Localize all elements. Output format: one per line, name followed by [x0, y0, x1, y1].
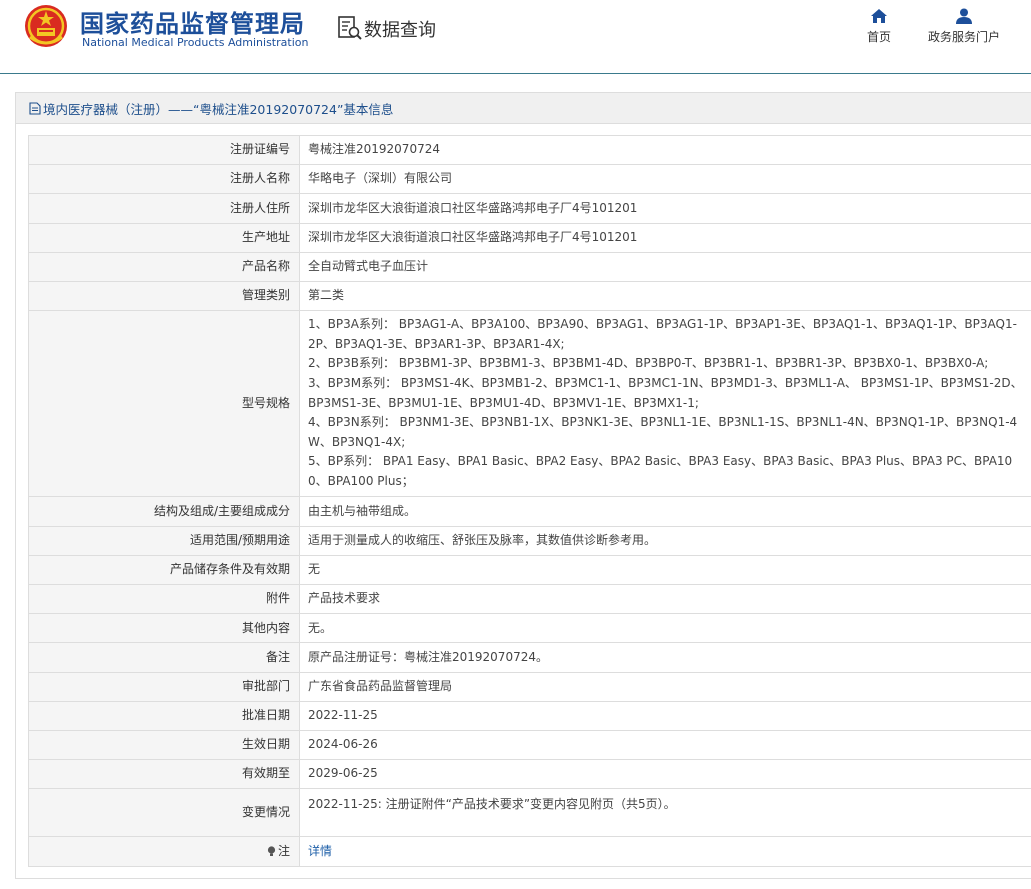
row-key: 注册证编号: [28, 134, 300, 166]
table-row: 注 详情: [28, 836, 1031, 867]
info-table: 注册证编号 粤械注准20192070724 注册人名称 华略电子（深圳）有限公司…: [28, 134, 1031, 867]
national-emblem-icon: [25, 5, 67, 47]
nav-portal-link[interactable]: 政务服务门户: [926, 8, 1002, 45]
table-row: 结构及组成/主要组成成分 由主机与袖带组成。: [28, 496, 1031, 527]
document-icon: [29, 101, 41, 115]
table-row: 注册人住所 深圳市龙华区大浪街道浪口社区华盛路鸿邦电子厂4号101201: [28, 193, 1031, 224]
nav-portal-label: 政务服务门户: [927, 30, 1000, 44]
row-key: 型号规格: [28, 310, 300, 498]
row-value: 产品技术要求: [299, 584, 1031, 615]
info-panel: 境内医疗器械（注册）——“粤械注准20192070724”基本信息 注册证编号 …: [15, 92, 1031, 879]
home-icon: [871, 9, 887, 23]
row-value: 2022-11-25: 注册证附件“产品技术要求”变更内容见附页（共5页）。: [299, 788, 1031, 838]
row-value: 2029-06-25: [299, 759, 1031, 790]
data-query-icon: [338, 16, 362, 40]
table-row: 注册证编号 粤械注准20192070724: [28, 134, 1031, 166]
table-row: 备注 原产品注册证号：粤械注准20192070724。: [28, 642, 1031, 673]
row-value: 2022-11-25: [299, 700, 1031, 731]
row-value: 由主机与袖带组成。: [299, 496, 1031, 527]
panel-header: 境内医疗器械（注册）——“粤械注准20192070724”基本信息: [16, 93, 1031, 124]
table-row: 适用范围/预期用途 适用于测量成人的收缩压、舒张压及脉率，其数值供诊断参考用。: [28, 525, 1031, 556]
table-row: 审批部门 广东省食品药品监督管理局: [28, 671, 1031, 702]
row-value: 全自动臂式电子血压计: [299, 251, 1031, 282]
model-spec-line: 1、BP3A系列： BP3AG1-A、BP3A100、BP3A90、BP3AG1…: [308, 317, 1017, 351]
note-key: 注: [28, 836, 300, 867]
panel-title: 境内医疗器械（注册）——“粤械注准20192070724”基本信息: [43, 101, 394, 117]
note-bulb-icon: [267, 846, 276, 856]
table-row: 有效期至 2029-06-25: [28, 759, 1031, 790]
table-row: 其他内容 无。: [28, 613, 1031, 644]
row-value: 无: [299, 554, 1031, 586]
row-key: 注册人名称: [28, 164, 300, 195]
row-key: 生产地址: [28, 222, 300, 253]
row-value: 广东省食品药品监督管理局: [299, 671, 1031, 702]
table-row: 管理类别 第二类: [28, 280, 1031, 312]
row-value: 粤械注准20192070724: [299, 134, 1031, 166]
row-key: 有效期至: [28, 759, 300, 790]
row-key: 其他内容: [28, 613, 300, 644]
row-key: 附件: [28, 584, 300, 615]
detail-link[interactable]: 详情: [308, 844, 332, 858]
row-value: 第二类: [299, 280, 1031, 312]
row-value: 深圳市龙华区大浪街道浪口社区华盛路鸿邦电子厂4号101201: [299, 193, 1031, 224]
row-key: 备注: [28, 642, 300, 673]
table-row: 型号规格 1、BP3A系列： BP3AG1-A、BP3A100、BP3A90、B…: [28, 310, 1031, 498]
row-key: 适用范围/预期用途: [28, 525, 300, 556]
user-icon: [956, 8, 972, 24]
nav-home-link[interactable]: 首页: [862, 8, 896, 45]
table-row: 生效日期 2024-06-26: [28, 729, 1031, 761]
table-row: 注册人名称 华略电子（深圳）有限公司: [28, 164, 1031, 195]
table-row: 产品名称 全自动臂式电子血压计: [28, 251, 1031, 282]
row-value: 华略电子（深圳）有限公司: [299, 164, 1031, 195]
nav-home-label: 首页: [866, 30, 891, 44]
row-key: 变更情况: [28, 788, 300, 838]
row-key: 审批部门: [28, 671, 300, 702]
model-spec-line: 5、BP系列： BPA1 Easy、BPA1 Basic、BPA2 Easy、B…: [308, 454, 1013, 488]
row-key: 批准日期: [28, 700, 300, 731]
row-key: 管理类别: [28, 280, 300, 312]
table-row: 批准日期 2022-11-25: [28, 700, 1031, 731]
model-spec-value: 1、BP3A系列： BP3AG1-A、BP3A100、BP3A90、BP3AG1…: [299, 310, 1031, 498]
data-query-title: 数据查询: [364, 20, 436, 41]
row-value: 深圳市龙华区大浪街道浪口社区华盛路鸿邦电子厂4号101201: [299, 222, 1031, 253]
table-row: 生产地址 深圳市龙华区大浪街道浪口社区华盛路鸿邦电子厂4号101201: [28, 222, 1031, 253]
site-logo-subtitle: National Medical Products Administration: [82, 36, 309, 49]
row-value: 无。: [299, 613, 1031, 644]
row-value: 2024-06-26: [299, 729, 1031, 761]
row-key: 产品名称: [28, 251, 300, 282]
row-value: 原产品注册证号：粤械注准20192070724。: [299, 642, 1031, 673]
note-label: 注: [277, 843, 290, 858]
table-row: 变更情况 2022-11-25: 注册证附件“产品技术要求”变更内容见附页（共5…: [28, 788, 1031, 838]
site-header: 国家药品监督管理局 National Medical Products Admi…: [0, 0, 1031, 74]
row-key: 生效日期: [28, 729, 300, 761]
row-key: 产品储存条件及有效期: [28, 554, 300, 586]
model-spec-line: 3、BP3M系列： BP3MS1-4K、BP3MB1-2、BP3MC1-1、BP…: [308, 375, 1023, 410]
site-logo-title[interactable]: 国家药品监督管理局: [80, 4, 305, 39]
row-key: 注册人住所: [28, 193, 300, 224]
table-row: 产品储存条件及有效期 无: [28, 554, 1031, 586]
row-value: 详情: [299, 836, 1031, 867]
table-row: 附件 产品技术要求: [28, 584, 1031, 615]
row-key: 结构及组成/主要组成成分: [28, 496, 300, 527]
model-spec-line: 2、BP3B系列： BP3BM1-3P、BP3BM1-3、BP3BM1-4D、B…: [308, 356, 989, 371]
row-value: 适用于测量成人的收缩压、舒张压及脉率，其数值供诊断参考用。: [299, 525, 1031, 556]
model-spec-line: 4、BP3N系列： BP3NM1-3E、BP3NB1-1X、BP3NK1-3E、…: [308, 415, 1018, 449]
